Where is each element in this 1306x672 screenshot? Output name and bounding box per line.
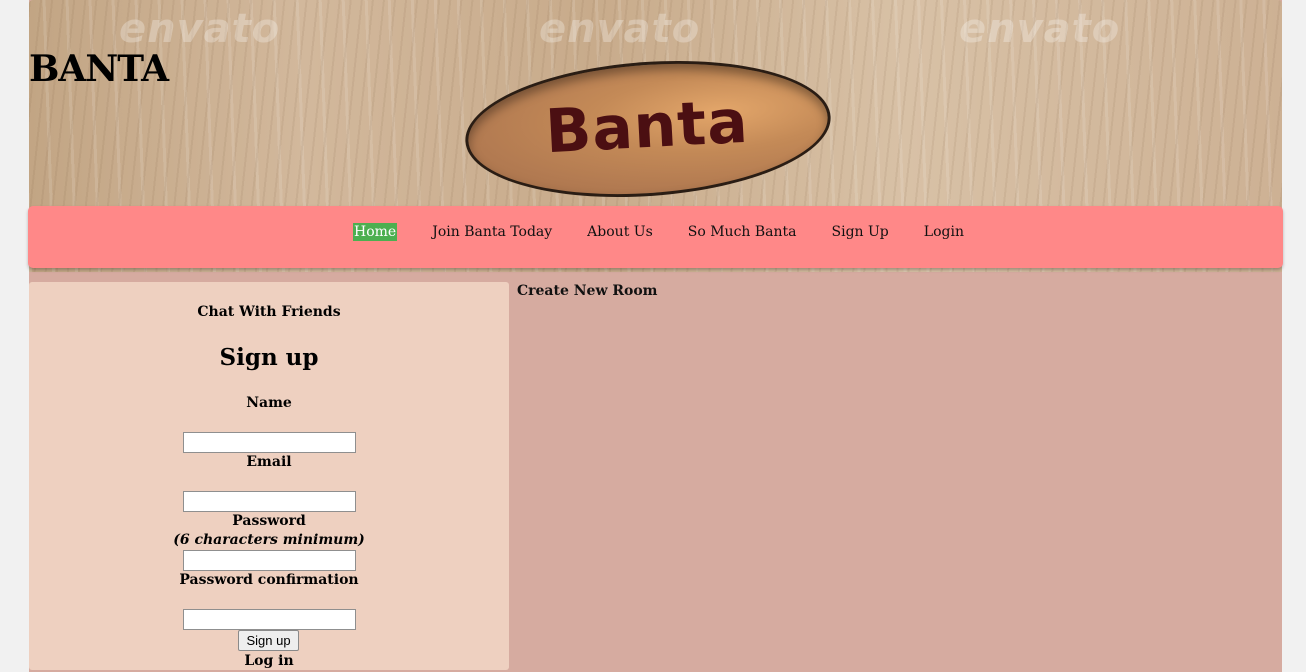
create-new-room-heading[interactable]: Create New Room [517, 283, 658, 299]
signup-title: Sign up [219, 344, 319, 371]
nav-item-login[interactable]: Login [924, 222, 964, 242]
nav-item-join-banta-today[interactable]: Join Banta Today [432, 222, 552, 242]
watermark-text: envato [959, 6, 1121, 52]
name-input[interactable] [183, 432, 356, 453]
email-input[interactable] [183, 491, 356, 512]
sign-up-button[interactable]: Sign up [238, 630, 299, 651]
nav-item-about-us[interactable]: About Us [587, 222, 653, 242]
log-in-link[interactable]: Log in [29, 653, 509, 669]
name-label: Name [246, 395, 292, 411]
page: envato envato envato BANTA Banta Home Jo… [28, 0, 1283, 672]
signup-panel: Chat With Friends Sign up Name Email Pas… [29, 282, 509, 670]
password-input[interactable] [183, 550, 356, 571]
watermark-text: envato [119, 6, 281, 52]
panel-heading: Chat With Friends [197, 304, 341, 320]
watermark-text: envato [539, 6, 701, 52]
nav-list: Home Join Banta Today About Us So Much B… [353, 222, 999, 242]
password-confirmation-label: Password confirmation [179, 572, 359, 588]
email-label: Email [246, 454, 292, 470]
site-brand: BANTA [29, 48, 169, 90]
main-navbar: Home Join Banta Today About Us So Much B… [28, 206, 1283, 268]
password-label: Password [232, 513, 306, 529]
password-hint: (6 characters minimum) [173, 532, 365, 548]
password-confirmation-input[interactable] [183, 609, 356, 630]
nav-item-so-much-banta[interactable]: So Much Banta [688, 222, 797, 242]
nav-item-sign-up[interactable]: Sign Up [832, 222, 889, 242]
nav-item-home[interactable]: Home [353, 223, 398, 241]
